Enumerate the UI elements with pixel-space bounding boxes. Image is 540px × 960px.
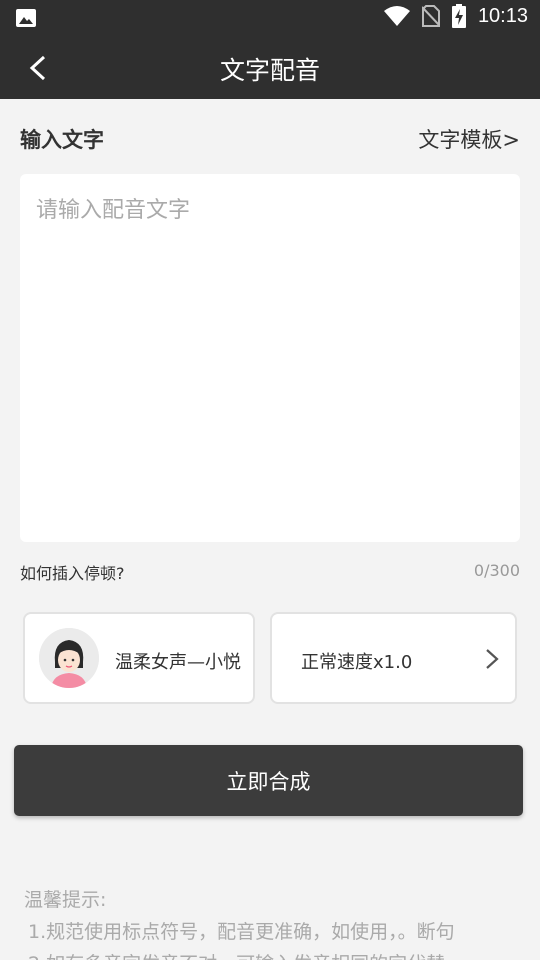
wifi-icon bbox=[383, 6, 410, 26]
tips-line: 1.规范使用标点符号，配音更准确，如使用，。断句 bbox=[28, 921, 455, 943]
battery-charging-icon bbox=[451, 4, 466, 28]
image-icon bbox=[16, 9, 36, 27]
voice-selector[interactable]: 温柔女声—小悦 bbox=[23, 612, 255, 704]
no-sim-icon bbox=[421, 5, 440, 27]
page-title: 文字配音 bbox=[219, 56, 320, 85]
dubbing-text-input[interactable] bbox=[20, 174, 520, 542]
text-input-box bbox=[20, 174, 520, 542]
pause-help-link[interactable]: 如何插入停顿? bbox=[20, 560, 125, 584]
female-avatar-icon bbox=[39, 628, 99, 688]
tips-section: 温馨提示: 1.规范使用标点符号，配音更准确，如使用，。断句 2.如有多音字发音… bbox=[24, 884, 524, 960]
text-template-link[interactable]: 文字模板> bbox=[418, 124, 520, 154]
tips-line: 2.如有多音字发音不对，可输入发音相同的字代替 bbox=[24, 948, 524, 960]
voice-name: 温柔女声—小悦 bbox=[115, 652, 241, 673]
status-time: 10:13 bbox=[477, 4, 528, 27]
char-counter: 0/300 bbox=[473, 561, 520, 580]
input-text-label: 输入文字 bbox=[20, 128, 104, 152]
speed-label: 正常速度x1.0 bbox=[301, 652, 413, 673]
input-hint-row: 如何插入停顿? 0/300 bbox=[20, 558, 520, 584]
speed-selector[interactable]: 正常速度x1.0 bbox=[270, 612, 517, 704]
tips-title: 温馨提示: bbox=[24, 889, 107, 911]
chevron-right-icon bbox=[486, 649, 499, 669]
status-bar: 10:13 bbox=[0, 0, 540, 36]
input-header: 输入文字 文字模板> bbox=[20, 122, 520, 156]
synthesize-button[interactable]: 立即合成 bbox=[14, 745, 523, 816]
app-bar: 文字配音 bbox=[0, 36, 540, 99]
